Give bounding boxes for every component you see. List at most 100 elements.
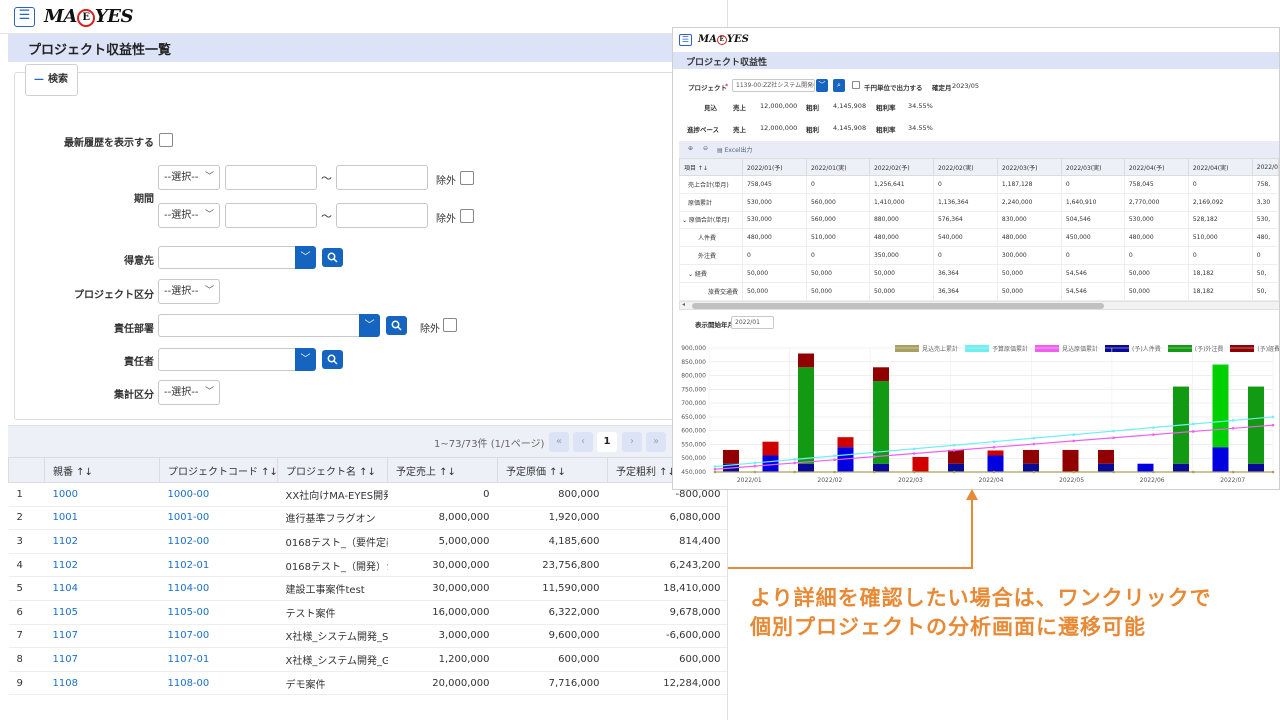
last-page-icon[interactable]: » — [646, 432, 666, 452]
parent-number-link[interactable]: 1104 — [44, 576, 160, 601]
series-point — [873, 451, 876, 454]
search-toggle-tab[interactable]: — 検索 — [25, 64, 78, 96]
column-header[interactable]: 2022/02(実) — [932, 158, 998, 176]
period-type-select-2[interactable]: --選択-- ﹀ — [158, 203, 220, 228]
parent-number-link[interactable]: 1001 — [44, 506, 160, 531]
series-point — [1152, 470, 1155, 474]
project-code-link[interactable]: 1001-00 — [159, 506, 278, 531]
chevron-down-icon: ﹀ — [204, 210, 214, 220]
latest-history-checkbox[interactable] — [159, 133, 173, 147]
exclude-label-2: 除外 — [436, 214, 456, 225]
table-cell: 528,182 — [1187, 210, 1253, 230]
project-code-link[interactable]: 1105-00 — [159, 600, 278, 625]
next-page-icon[interactable]: › — [622, 432, 642, 452]
excel-export-button[interactable]: ▤ Excel出力 — [717, 145, 753, 154]
column-header[interactable]: プロジェクトコード ↑↓ — [159, 457, 278, 483]
customer-dropdown[interactable] — [158, 246, 296, 269]
project-code-link[interactable]: 1102-01 — [159, 553, 278, 578]
bar-segment — [1173, 463, 1189, 472]
department-exclude-checkbox[interactable] — [443, 318, 457, 332]
column-header[interactable]: 2022/01(予) — [742, 158, 807, 176]
manager-dropdown-chevron-icon[interactable]: ﹀ — [295, 348, 316, 371]
horizontal-scrollbar[interactable]: ◂ — [679, 301, 1279, 310]
hamburger-menu-icon[interactable]: ☰ — [14, 7, 35, 27]
column-header[interactable]: 2022/02(予) — [868, 158, 934, 176]
x-tick-label: 2022/02 — [817, 477, 842, 484]
table-cell: 9,600,000 — [497, 624, 608, 649]
progress-gross-rate-label: 粗利率 — [876, 126, 896, 134]
table-cell: 18,410,000 — [607, 576, 727, 601]
period-label: 期間 — [134, 194, 154, 205]
hamburger-menu-icon[interactable]: ☰ — [679, 34, 692, 46]
project-code-link[interactable]: 1107-00 — [159, 624, 278, 649]
parent-number-link[interactable]: 1107 — [44, 647, 160, 672]
parent-number-link[interactable]: 1105 — [44, 600, 160, 625]
thousand-unit-checkbox[interactable] — [852, 81, 860, 89]
project-code-link[interactable]: 1104-00 — [159, 576, 278, 601]
period-from-input-1[interactable] — [225, 165, 317, 190]
customer-dropdown-chevron-icon[interactable]: ﹀ — [295, 246, 316, 269]
series-point — [1032, 436, 1036, 440]
column-header[interactable]: 2022/04(予) — [1123, 158, 1189, 176]
table-cell: 504,546 — [1060, 210, 1125, 230]
period-from-input-2[interactable] — [225, 203, 317, 228]
project-dropdown-chevron-icon[interactable]: ﹀ — [816, 79, 828, 92]
department-dropdown[interactable] — [158, 314, 360, 337]
department-dropdown-chevron-icon[interactable]: ﹀ — [359, 314, 380, 337]
table-cell: 0 — [805, 175, 870, 194]
current-page[interactable]: 1 — [597, 432, 617, 452]
parent-number-link[interactable]: 1102 — [44, 553, 160, 578]
department-search-button[interactable] — [386, 316, 407, 335]
column-header[interactable]: プロジェクト名 ↑↓ — [277, 457, 388, 483]
project-code-link[interactable]: 1107-01 — [159, 647, 278, 672]
column-header[interactable]: 2022/03(予) — [996, 158, 1062, 176]
period-type-select-1[interactable]: --選択-- ﹀ — [158, 165, 220, 190]
table-cell: 9 — [8, 671, 45, 696]
parent-number-link[interactable]: 1107 — [44, 624, 160, 649]
period-to-input-1[interactable] — [336, 165, 428, 190]
first-page-icon[interactable]: « — [549, 432, 569, 452]
series-point — [952, 443, 956, 447]
column-header[interactable]: 2022/03(実) — [1060, 158, 1125, 176]
period-to-input-2[interactable] — [336, 203, 428, 228]
column-header[interactable]: 2022/0 — [1251, 158, 1279, 176]
column-header[interactable]: 2022/04(実) — [1187, 158, 1253, 176]
table-cell: 5 — [8, 576, 45, 601]
collapse-all-icon[interactable]: ⊖ — [703, 145, 708, 152]
parent-number-link[interactable]: 1000 — [44, 482, 160, 507]
project-code-link[interactable]: 1108-00 — [159, 671, 278, 696]
manager-label: 責任者 — [124, 357, 154, 368]
aggregate-select[interactable]: --選択-- ﹀ — [158, 380, 220, 405]
project-search-button[interactable]: ⌕ — [833, 79, 845, 92]
project-category-select[interactable]: --選択-- ﹀ — [158, 279, 220, 304]
column-header[interactable]: 項目 ↑↓ — [678, 158, 744, 176]
column-header[interactable]: 2022/01(実) — [805, 158, 870, 176]
display-start-input[interactable]: 2022/01 — [731, 316, 774, 329]
project-select[interactable]: 1139-00:ZZ社システム開発( — [732, 79, 815, 92]
series-point — [1152, 433, 1155, 436]
series-point — [1271, 423, 1275, 427]
project-code-link[interactable]: 1000-00 — [159, 482, 278, 507]
column-header[interactable]: 親番 ↑↓ — [44, 457, 160, 483]
table-cell: 2,770,000 — [1123, 192, 1189, 212]
column-header[interactable]: 予定売上 ↑↓ — [387, 457, 498, 483]
column-header[interactable]: 予定原価 ↑↓ — [497, 457, 608, 483]
parent-number-link[interactable]: 1102 — [44, 529, 160, 554]
prev-page-icon[interactable]: ‹ — [573, 432, 593, 452]
manager-dropdown[interactable] — [158, 348, 296, 371]
table-row: 5 1104 1104-00 建設工事案件test 30,000,000 11,590,0… — [8, 576, 727, 601]
confirmed-month-value: 2023/05 — [952, 82, 980, 90]
parent-number-link[interactable]: 1108 — [44, 671, 160, 696]
exclude-checkbox-2[interactable] — [460, 209, 474, 223]
table-cell: 20,000,000 — [387, 671, 498, 696]
bar-segment — [1098, 449, 1114, 464]
scrollbar-thumb[interactable] — [692, 303, 1104, 309]
project-code-link[interactable]: 1102-00 — [159, 529, 278, 554]
expand-all-icon[interactable]: ⊕ — [688, 145, 693, 152]
search-icon — [327, 354, 338, 365]
table-cell: 510,000 — [1187, 228, 1253, 248]
table-row: 外注費 0 0 350,000 0 300,000 0 0 0 0 — [678, 246, 1279, 265]
manager-search-button[interactable] — [322, 350, 343, 369]
exclude-checkbox-1[interactable] — [460, 171, 474, 185]
customer-search-button[interactable] — [322, 248, 343, 267]
